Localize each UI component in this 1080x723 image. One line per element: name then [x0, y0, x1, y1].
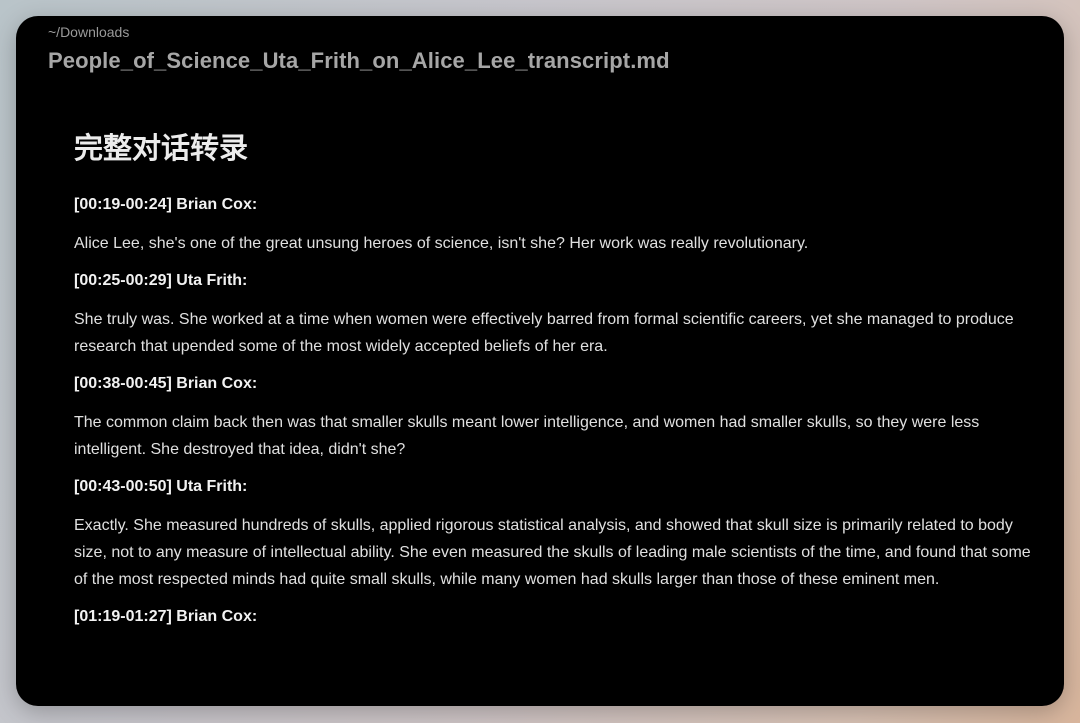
utterance-text: The common claim back then was that smal…: [74, 414, 980, 458]
file-name-title: People_of_Science_Uta_Frith_on_Alice_Lee…: [48, 48, 670, 73]
speaker-timestamp-label: [01:19-01:27] Brian Cox:: [74, 608, 258, 625]
transcript-entry: [00:25-00:29] Uta Frith: She truly was. …: [74, 269, 1042, 360]
speaker-timestamp-label: [00:19-00:24] Brian Cox:: [74, 196, 258, 213]
file-path[interactable]: ~/Downloads: [48, 24, 129, 40]
speaker-timestamp-label: [00:25-00:29] Uta Frith:: [74, 272, 248, 289]
speaker-timestamp-label: [00:38-00:45] Brian Cox:: [74, 375, 258, 392]
transcript-content: 完整对话转录 [00:19-00:24] Brian Cox: Alice Le…: [74, 126, 1042, 642]
document-window: ~/Downloads People_of_Science_Uta_Frith_…: [16, 16, 1064, 706]
speaker-timestamp-label: [00:43-00:50] Uta Frith:: [74, 478, 248, 495]
transcript-entry: [00:19-00:24] Brian Cox: Alice Lee, she'…: [74, 193, 1042, 257]
utterance-text: Alice Lee, she's one of the great unsung…: [74, 235, 809, 252]
utterance-text: Exactly. She measured hundreds of skulls…: [74, 517, 1031, 588]
document-heading: 完整对话转录: [74, 131, 249, 165]
transcript-entry: [00:38-00:45] Brian Cox: The common clai…: [74, 372, 1042, 463]
transcript-entry: [01:19-01:27] Brian Cox:: [74, 605, 1042, 629]
transcript-entry: [00:43-00:50] Uta Frith: Exactly. She me…: [74, 475, 1042, 593]
utterance-text: She truly was. She worked at a time when…: [74, 311, 1014, 355]
